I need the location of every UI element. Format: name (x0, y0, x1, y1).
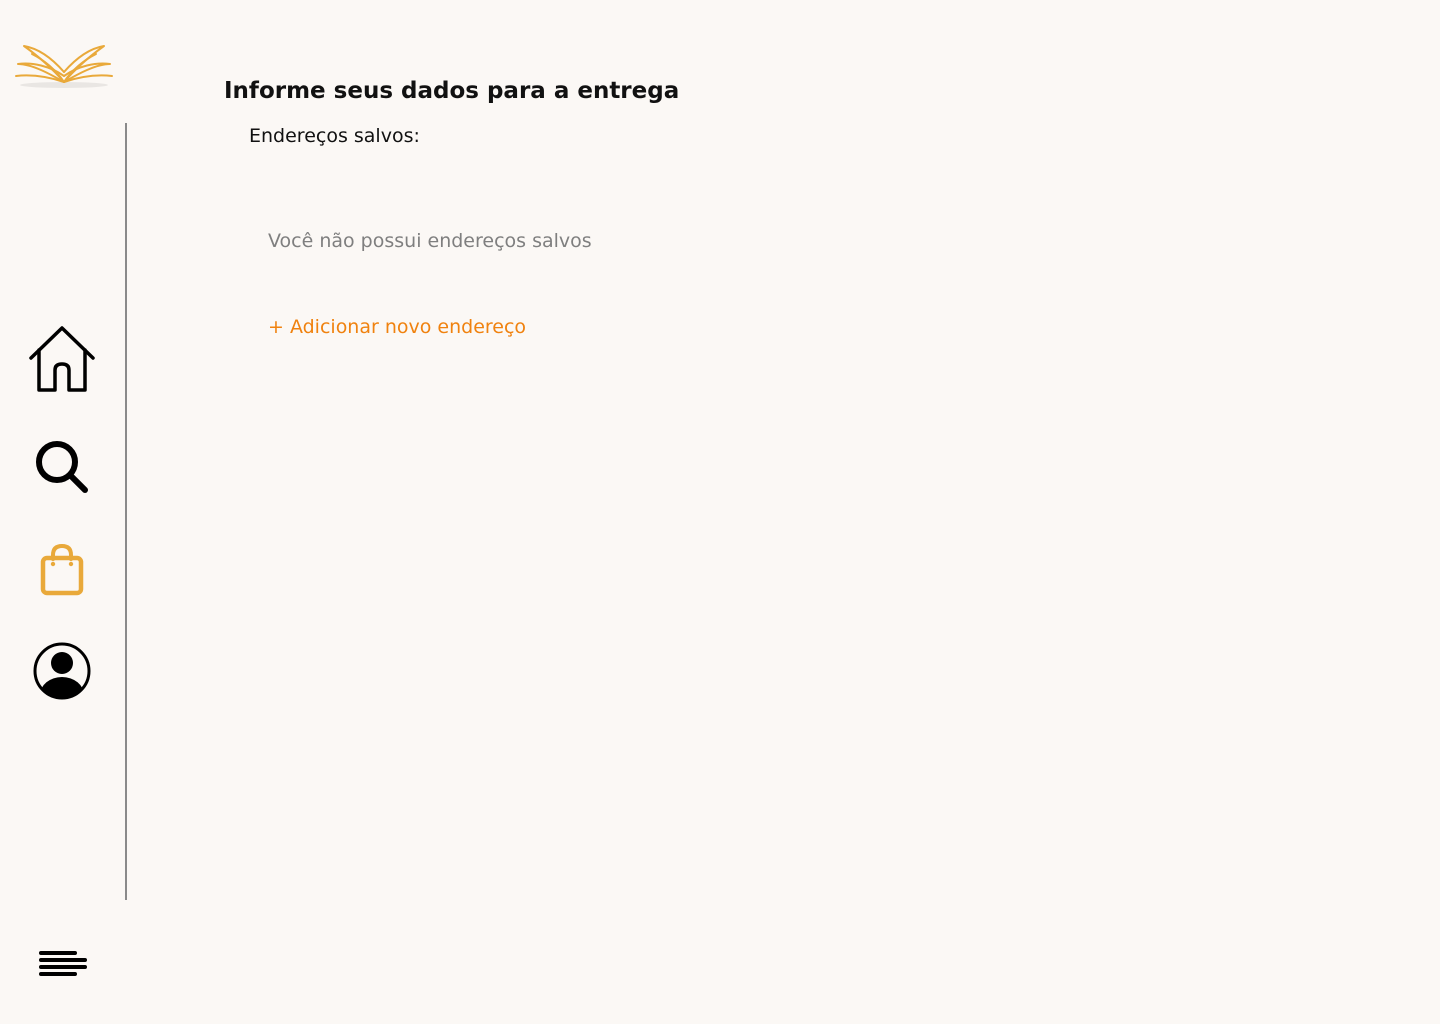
empty-addresses-message: Você não possui endereços salvos (268, 230, 592, 252)
checkout-delivery-page: Informe seus dados para a entrega Endere… (0, 0, 1440, 1024)
menu-icon[interactable] (37, 948, 89, 980)
search-icon[interactable] (33, 438, 91, 496)
shopping-bag-icon[interactable] (38, 543, 86, 597)
page-title: Informe seus dados para a entrega (224, 78, 680, 104)
sidebar-divider (125, 123, 127, 900)
home-icon[interactable] (27, 324, 97, 394)
saved-addresses-label: Endereços salvos: (249, 125, 420, 147)
add-new-address-link[interactable]: + Adicionar novo endereço (268, 316, 526, 338)
user-circle-icon[interactable] (32, 641, 92, 701)
open-book-logo-icon[interactable] (12, 38, 116, 92)
